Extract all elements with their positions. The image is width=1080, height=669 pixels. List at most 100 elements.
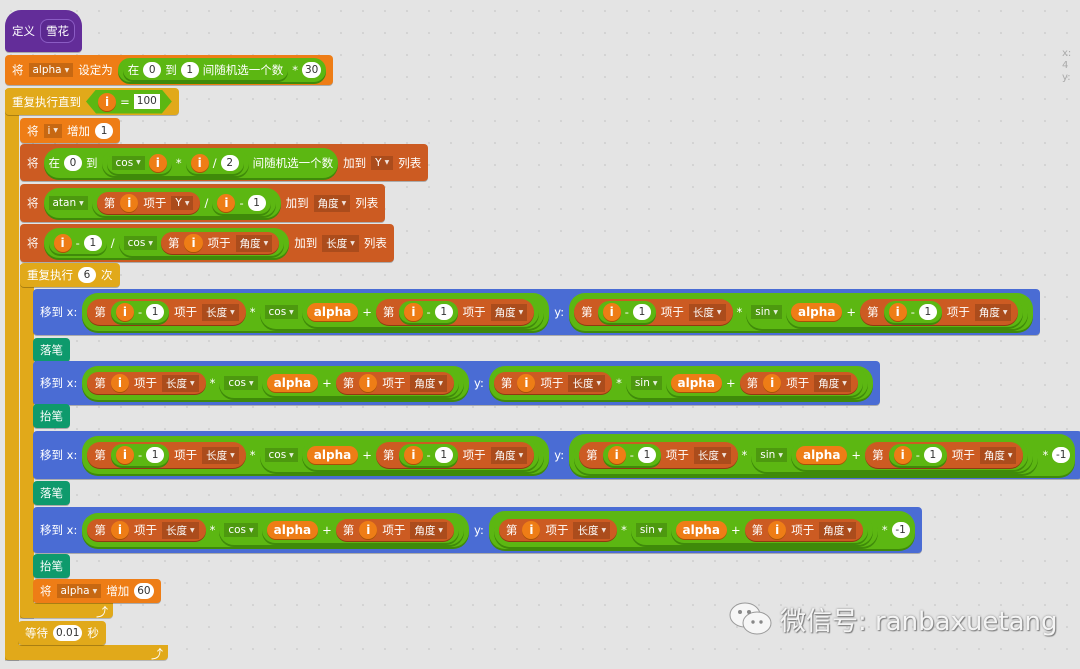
list-item-reporter[interactable]: 第 i 项于 角度 bbox=[335, 519, 454, 541]
list-item-reporter[interactable]: 第 i -1 项于 角度 bbox=[865, 442, 1024, 468]
variable-reporter[interactable]: i bbox=[53, 234, 72, 252]
operator-reporter[interactable]: cosi bbox=[106, 151, 172, 174]
list-item-reporter[interactable]: 第 i 项于 角度 bbox=[744, 519, 863, 541]
dropdown-menu[interactable]: 角度 bbox=[979, 446, 1017, 464]
variable-reporter[interactable]: i bbox=[184, 234, 203, 252]
operator-reporter[interactable]: alpha + 第 i 项于 角度 bbox=[261, 370, 459, 396]
number-input[interactable]: 1 bbox=[95, 122, 114, 139]
operator-reporter[interactable]: i-1 bbox=[399, 444, 458, 466]
dropdown-menu[interactable]: sin bbox=[635, 523, 667, 537]
variable-reporter[interactable]: alpha bbox=[306, 303, 359, 321]
operator-reporter[interactable]: i-1 bbox=[110, 444, 170, 466]
goto-block-4[interactable]: 移到 x:第i项于长度*cosalpha+第i项于角度y:第i项于长度*sina… bbox=[33, 507, 922, 553]
operator-reporter[interactable]: 第i项于长度*sinalpha+第i项于角度*-1 bbox=[488, 511, 915, 549]
change-i-block[interactable]: 将i 增加 1 bbox=[20, 118, 121, 143]
number-input[interactable]: 6 bbox=[78, 267, 96, 283]
list-item-reporter[interactable]: 第 i -1 项于 角度 bbox=[375, 442, 535, 468]
variable-reporter[interactable]: i bbox=[120, 194, 139, 212]
operator-reporter[interactable]: i-1 bbox=[597, 301, 656, 323]
dropdown-menu[interactable]: 长度 bbox=[693, 446, 731, 464]
dropdown-menu[interactable]: 长度 bbox=[573, 521, 611, 539]
operator-reporter[interactable]: i-1 bbox=[212, 192, 271, 214]
dropdown-menu[interactable]: i bbox=[43, 123, 63, 138]
operator-reporter[interactable]: cosi*i/2 bbox=[101, 149, 249, 176]
operator-reporter[interactable]: 第i项于长度*cosalpha+第i项于角度 bbox=[82, 366, 469, 400]
variable-reporter[interactable]: i bbox=[98, 93, 116, 111]
operator-reporter[interactable]: 在 0 到 1 间随机选一个数 * 30 bbox=[117, 58, 327, 82]
dropdown-menu[interactable]: 角度 bbox=[490, 303, 528, 321]
dropdown-menu[interactable]: cos bbox=[264, 448, 298, 462]
pen-down-block-1[interactable]: 落笔 bbox=[33, 338, 70, 362]
change-alpha-block[interactable]: 将 alpha 增加 60 bbox=[33, 579, 161, 603]
variable-reporter[interactable]: i bbox=[404, 446, 423, 464]
operator-reporter[interactable]: 第i项于长度*sinalpha+第i项于角度 bbox=[493, 513, 878, 547]
variable-reporter[interactable]: i bbox=[148, 153, 167, 172]
variable-reporter[interactable]: i bbox=[115, 303, 134, 321]
dropdown-menu[interactable]: sin bbox=[751, 305, 782, 319]
repeat-6-block[interactable]: 重复执行 6 次 bbox=[20, 263, 120, 287]
pen-down-block-2[interactable]: 落笔 bbox=[33, 481, 70, 505]
variable-reporter[interactable]: alpha bbox=[675, 521, 727, 539]
variable-reporter[interactable]: alpha bbox=[266, 374, 319, 392]
operator-reporter[interactable]: i-1 bbox=[110, 301, 170, 323]
pen-up-block-1[interactable]: 抬笔 bbox=[33, 404, 70, 428]
number-input[interactable]: 1 bbox=[637, 447, 656, 463]
variable-reporter[interactable]: alpha bbox=[306, 446, 359, 464]
repeat-until-block[interactable]: 重复执行直到 i = 100 bbox=[5, 88, 179, 115]
dropdown-menu[interactable]: Y bbox=[171, 196, 194, 210]
list-item-reporter[interactable]: 第 i -1 项于 角度 bbox=[375, 299, 535, 325]
list-item-reporter[interactable]: 第 i -1 项于 长度 bbox=[574, 299, 733, 325]
wait-block[interactable]: 等待 0.01 秒 bbox=[18, 621, 106, 645]
variable-reporter[interactable]: i bbox=[110, 374, 129, 392]
list-item-reporter[interactable]: 第 i 项于 长度 bbox=[87, 372, 206, 394]
operator-reporter[interactable]: alpha + 第 i -1 项于 角度 bbox=[301, 297, 540, 327]
operator-reporter[interactable]: i-1 bbox=[48, 232, 107, 254]
dropdown-menu[interactable]: cos bbox=[123, 236, 157, 250]
operator-reporter[interactable]: i/2 bbox=[185, 151, 244, 174]
number-input[interactable]: 0 bbox=[143, 62, 162, 78]
operator-reporter[interactable]: i-1 bbox=[883, 301, 942, 323]
dropdown-menu[interactable]: 角度 bbox=[235, 234, 273, 252]
number-input[interactable]: 2 bbox=[220, 154, 239, 171]
dropdown-menu[interactable]: alpha bbox=[28, 63, 74, 77]
operator-reporter[interactable]: cos 第i 项于角度 bbox=[118, 230, 285, 256]
variable-reporter[interactable]: i bbox=[359, 521, 378, 539]
operator-reporter[interactable]: i-1/cos第i项于角度 bbox=[43, 228, 290, 258]
variable-reporter[interactable]: i bbox=[517, 374, 536, 392]
variable-reporter[interactable]: i bbox=[763, 374, 782, 392]
variable-reporter[interactable]: i bbox=[404, 303, 423, 321]
set-alpha-block[interactable]: 将alpha设定为在0到1间随机选一个数*30 bbox=[5, 55, 334, 85]
variable-reporter[interactable]: i bbox=[768, 521, 787, 539]
list-item-reporter[interactable]: 第 i -1 项于 长度 bbox=[87, 299, 246, 325]
dropdown-menu[interactable]: Y bbox=[371, 155, 394, 170]
number-input[interactable]: 1 bbox=[146, 304, 165, 320]
number-input[interactable]: 1 bbox=[434, 447, 453, 463]
number-input[interactable]: 0 bbox=[64, 154, 82, 171]
operator-reporter[interactable]: alpha + 第 i 项于 角度 bbox=[261, 517, 459, 543]
number-input[interactable]: 1 bbox=[434, 304, 453, 320]
dropdown-menu[interactable]: cos bbox=[111, 155, 145, 170]
dropdown-menu[interactable]: atan bbox=[48, 196, 88, 210]
dropdown-menu[interactable]: 角度 bbox=[814, 374, 851, 392]
variable-reporter[interactable]: alpha bbox=[266, 521, 319, 539]
dropdown-menu[interactable]: 角度 bbox=[974, 303, 1012, 321]
dropdown-menu[interactable]: 长度 bbox=[322, 234, 359, 252]
goto-block-3[interactable]: 移到 x:第i-1项于长度*cosalpha+第i-1项于角度y:第i-1项于长… bbox=[33, 431, 1080, 479]
dropdown-menu[interactable]: 长度 bbox=[568, 374, 606, 392]
operator-reporter[interactable]: alpha + 第 i -1 项于 角度 bbox=[785, 297, 1024, 327]
variable-reporter[interactable]: i bbox=[217, 194, 236, 212]
operator-reporter[interactable]: sinalpha+第i-1项于角度 bbox=[751, 438, 1034, 472]
variable-reporter[interactable]: i bbox=[607, 446, 626, 464]
operator-reporter[interactable]: cos alpha+ 第i 项于角度 bbox=[219, 515, 464, 545]
dropdown-menu[interactable]: cos bbox=[224, 376, 258, 390]
dropdown-menu[interactable]: sin bbox=[630, 376, 662, 390]
number-input[interactable]: -1 bbox=[1052, 447, 1071, 463]
dropdown-menu[interactable]: 长度 bbox=[202, 303, 239, 321]
number-input[interactable]: 1 bbox=[923, 447, 942, 463]
variable-reporter[interactable]: i bbox=[522, 521, 541, 539]
dropdown-menu[interactable]: 长度 bbox=[202, 446, 239, 464]
dropdown-menu[interactable]: sin bbox=[756, 448, 787, 462]
operator-reporter[interactable]: cosalpha+第i-1项于角度 bbox=[259, 295, 545, 329]
dropdown-menu[interactable]: 角度 bbox=[819, 521, 856, 539]
dropdown-menu[interactable]: 长度 bbox=[161, 374, 199, 392]
